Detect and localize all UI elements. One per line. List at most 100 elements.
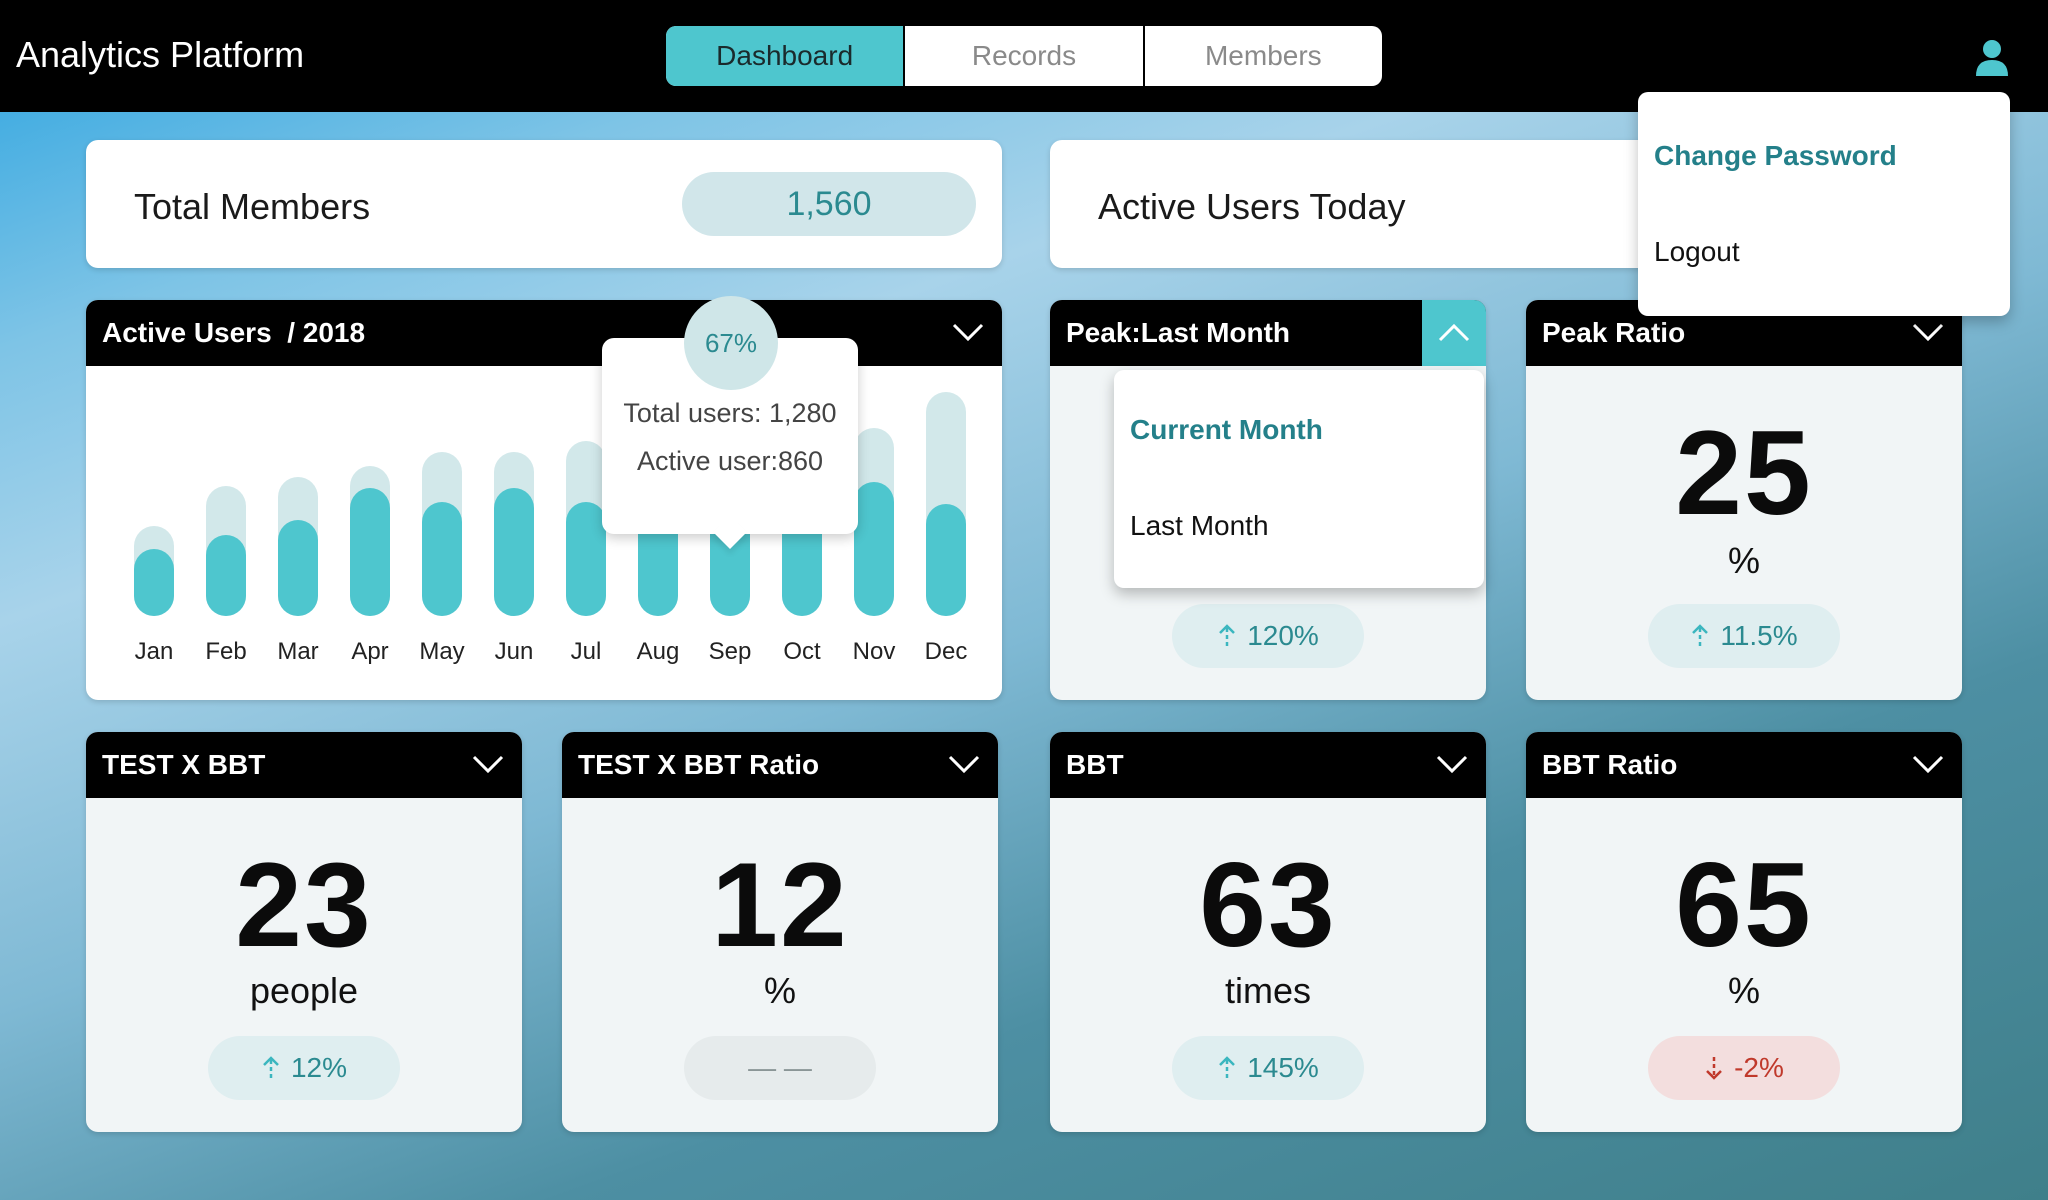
bbt-trend-value: 145% <box>1247 1052 1319 1083</box>
test-bbt-ratio-card: TEST X BBT Ratio 12 % — — <box>562 732 998 1132</box>
active-users-chart-card: Active Users / 2018 Jan Feb Mar Apr May Jun Ju… <box>86 300 1002 700</box>
chevron-up-icon <box>1438 323 1470 342</box>
total-members-value: 1,560 <box>682 172 976 236</box>
test-bbt-ratio-trend: — — <box>684 1036 876 1100</box>
user-menu: Change Password Logout <box>1638 92 2010 316</box>
bar-total-may[interactable] <box>422 452 462 616</box>
user-icon[interactable] <box>1974 38 2010 78</box>
peak-ratio-title: Peak Ratio <box>1542 317 1686 348</box>
month-label: Apr <box>351 638 389 665</box>
bbt-trend: 145% <box>1172 1036 1364 1100</box>
logout-item[interactable]: Logout <box>1654 236 1740 268</box>
peak-last-month-trend-value: 120% <box>1247 620 1319 651</box>
bar-active-dec[interactable] <box>926 504 966 616</box>
bbt-ratio-title: BBT Ratio <box>1542 749 1678 780</box>
arrow-up-icon <box>1219 624 1236 647</box>
bbt-ratio-value: 65 <box>1675 838 1813 972</box>
bbt-ratio-trend-value: -2% <box>1734 1052 1784 1083</box>
chevron-down-icon[interactable] <box>948 754 980 774</box>
month-label: Aug <box>636 638 680 665</box>
peak-last-month-header: Peak:Last Month <box>1050 300 1486 366</box>
chevron-down-icon[interactable] <box>472 754 504 774</box>
bar-total-feb[interactable] <box>206 486 246 616</box>
test-bbt-unit: people <box>249 970 359 1011</box>
peak-last-month-trend: 120% <box>1172 604 1364 668</box>
main-tabs: Dashboard Records Members <box>666 26 1382 86</box>
peak-ratio-unit: % <box>1727 540 1760 581</box>
dropdown-option-current-month[interactable]: Current Month <box>1130 414 1323 446</box>
bar-active-jun[interactable] <box>494 488 534 616</box>
app-title: Analytics Platform <box>16 34 305 75</box>
chevron-down-icon[interactable] <box>952 322 984 342</box>
month-label: Jun <box>494 638 534 665</box>
bbt-ratio-card: BBT Ratio 65 % -2% <box>1526 732 1962 1132</box>
bbt-card: BBT 63 times 145% <box>1050 732 1486 1132</box>
peak-ratio-card: Peak Ratio 25 % 11.5% <box>1526 300 1962 700</box>
month-label: Nov <box>852 638 896 665</box>
collapse-button[interactable] <box>1422 300 1486 366</box>
bar-active-feb[interactable] <box>206 535 246 616</box>
month-label: Mar <box>277 638 319 665</box>
tab-records[interactable]: Records <box>903 26 1142 86</box>
test-bbt-card: TEST X BBT 23 people 12% <box>86 732 522 1132</box>
test-bbt-ratio-trend-value: — — <box>748 1052 812 1083</box>
dropdown-option-last-month[interactable]: Last Month <box>1130 510 1269 542</box>
test-bbt-header: TEST X BBT <box>86 732 522 798</box>
bar-total-dec[interactable] <box>926 392 966 616</box>
bar-active-mar[interactable] <box>278 520 318 616</box>
peak-last-month-title: Peak:Last Month <box>1066 317 1291 348</box>
tooltip-active: Active user:860 <box>636 446 824 476</box>
bbt-header: BBT <box>1050 732 1486 798</box>
test-bbt-ratio-header: TEST X BBT Ratio <box>562 732 998 798</box>
test-bbt-title: TEST X BBT <box>102 749 266 780</box>
bbt-ratio-trend: -2% <box>1648 1036 1840 1100</box>
peak-ratio-trend-value: 11.5% <box>1720 620 1798 651</box>
test-bbt-ratio-unit: % <box>763 970 796 1011</box>
bar-total-apr[interactable] <box>350 466 390 616</box>
bar-active-nov[interactable] <box>854 482 894 616</box>
bbt-value: 63 <box>1199 838 1337 972</box>
bbt-unit: times <box>1224 970 1311 1011</box>
bar-active-apr[interactable] <box>350 488 390 616</box>
arrow-up-icon <box>1692 624 1709 647</box>
month-dropdown: Current Month Last Month <box>1114 370 1484 588</box>
bbt-ratio-header: BBT Ratio <box>1526 732 1962 798</box>
test-bbt-ratio-title: TEST X BBT Ratio <box>578 749 820 780</box>
chart-header: Active Users / 2018 <box>86 300 1002 366</box>
chevron-down-icon[interactable] <box>1912 754 1944 774</box>
month-label: Dec <box>924 638 968 665</box>
tab-members[interactable]: Members <box>1142 26 1382 86</box>
bar-total-jun[interactable] <box>494 452 534 616</box>
chevron-down-icon[interactable] <box>1436 754 1468 774</box>
test-bbt-trend-value: 12% <box>290 1052 348 1083</box>
peak-ratio-value: 25 <box>1675 406 1813 540</box>
bar-active-may[interactable] <box>422 502 462 616</box>
total-members-label: Total Members <box>134 186 371 227</box>
bar-active-jul[interactable] <box>566 502 606 616</box>
change-password-item[interactable]: Change Password <box>1654 140 1897 172</box>
bar-total-nov[interactable] <box>854 428 894 616</box>
chevron-down-icon[interactable] <box>1912 322 1944 342</box>
bar-active-jan[interactable] <box>134 549 174 616</box>
month-label: Jan <box>134 638 174 665</box>
tooltip-total: Total users: 1,280 <box>623 398 837 428</box>
month-label: May <box>419 638 465 665</box>
tab-dashboard[interactable]: Dashboard <box>666 26 904 86</box>
total-members-card: Total Members 1,560 <box>86 140 1002 268</box>
bar-total-jan[interactable] <box>134 526 174 616</box>
tooltip-percent-badge: 67% <box>684 296 778 390</box>
month-label: Jul <box>570 638 602 665</box>
chart-title: Active Users / 2018 <box>102 317 366 348</box>
month-label: Feb <box>205 638 247 665</box>
active-today-label: Active Users Today <box>1098 186 1406 227</box>
arrow-up-icon <box>1219 1056 1236 1079</box>
arrow-down-icon <box>1706 1057 1722 1080</box>
bbt-ratio-unit: % <box>1727 970 1760 1011</box>
peak-ratio-trend: 11.5% <box>1648 604 1840 668</box>
test-bbt-ratio-value: 12 <box>711 838 849 972</box>
test-bbt-value: 23 <box>235 838 373 972</box>
bar-total-jul[interactable] <box>566 441 606 616</box>
month-label: Oct <box>783 638 821 665</box>
arrow-up-icon <box>263 1056 279 1079</box>
bar-total-mar[interactable] <box>278 477 318 616</box>
